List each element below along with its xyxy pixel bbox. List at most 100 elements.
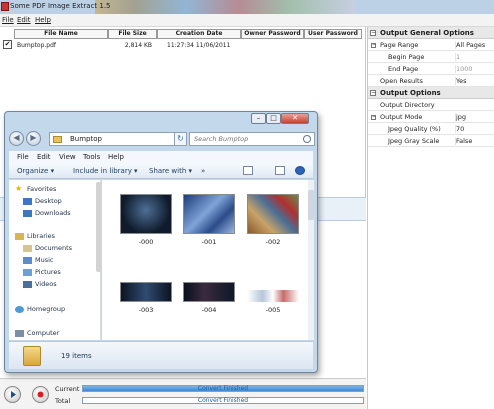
expand-icon[interactable]: −	[371, 115, 376, 120]
col-owner-password[interactable]: Owner Password	[241, 29, 304, 39]
nav-favorites[interactable]: ★ Favorites	[9, 184, 95, 195]
scrollbar-thumb[interactable]	[308, 190, 314, 220]
col-user-password[interactable]: User Password	[304, 29, 362, 39]
collapse-icon[interactable]: −	[370, 90, 376, 96]
thumbnail-004[interactable]	[183, 282, 235, 302]
section-title: Output Options	[380, 89, 441, 97]
nav-documents[interactable]: Documents	[9, 243, 95, 254]
explorer-menu-tools[interactable]: Tools	[83, 153, 100, 161]
collapse-icon[interactable]: −	[370, 30, 376, 36]
documents-icon	[23, 245, 32, 252]
thumbnail-001[interactable]	[183, 194, 235, 234]
file-label-003[interactable]: -003	[120, 306, 172, 314]
play-icon	[11, 391, 16, 398]
thumbnail-002[interactable]	[247, 194, 299, 234]
thumbnail-003[interactable]	[120, 282, 172, 302]
prop-begin-page[interactable]: Begin Page 1	[368, 51, 494, 63]
search-icon[interactable]	[303, 135, 311, 143]
prop-jpeg-quality[interactable]: Jpeg Quality (%) 70	[368, 123, 494, 135]
nav-downloads[interactable]: Downloads	[9, 208, 95, 219]
thumbnail-005[interactable]	[247, 290, 299, 302]
view-options-icon[interactable]	[243, 166, 253, 175]
prop-output-mode[interactable]: − Output Mode jpg	[368, 111, 494, 123]
file-label-000[interactable]: -000	[120, 238, 172, 246]
prop-value[interactable]: jpg	[455, 113, 466, 121]
nav-scrollbar[interactable]	[96, 182, 101, 272]
nav-music[interactable]: Music	[9, 255, 95, 266]
prop-key: Jpeg Gray Scale	[388, 137, 440, 145]
nav-homegroup[interactable]: Homegroup	[9, 304, 95, 315]
col-file-name[interactable]: File Name	[14, 29, 108, 39]
row-file-size: 2,814 KB	[124, 42, 152, 49]
nav-videos[interactable]: Videos	[9, 279, 95, 290]
pictures-icon	[23, 269, 32, 276]
menu-help[interactable]: Help	[35, 16, 51, 24]
explorer-menu-help[interactable]: Help	[108, 153, 124, 161]
computer-icon	[15, 330, 24, 337]
organize-button[interactable]: Organize ▾	[17, 167, 54, 175]
folder-icon	[53, 136, 62, 143]
star-icon: ★	[15, 184, 23, 193]
item-count: 19 items	[61, 352, 92, 360]
prop-page-range[interactable]: − Page Range All Pages	[368, 39, 494, 51]
nav-label: Videos	[35, 280, 57, 288]
nav-pictures[interactable]: Pictures	[9, 267, 95, 278]
desktop-icon	[23, 198, 32, 205]
details-pane: 19 items	[9, 341, 313, 369]
minimize-button[interactable]: –	[251, 113, 266, 124]
address-bar[interactable]: Bumptop	[49, 132, 187, 146]
back-button[interactable]: ◀	[9, 131, 24, 146]
maximize-button[interactable]: □	[266, 113, 281, 124]
forward-button[interactable]: ▶	[26, 131, 41, 146]
include-in-library-button[interactable]: Include in library ▾	[73, 167, 138, 175]
prop-value[interactable]: 1	[455, 53, 460, 61]
prop-value[interactable]: 1000	[455, 65, 473, 73]
section-general-options[interactable]: − Output General Options	[368, 27, 494, 39]
play-button[interactable]	[4, 386, 21, 403]
explorer-menu-file[interactable]: File	[17, 153, 29, 161]
help-icon[interactable]	[295, 166, 305, 175]
record-icon	[37, 391, 44, 398]
videos-icon	[23, 281, 32, 288]
search-box[interactable]	[189, 132, 315, 146]
section-output-options[interactable]: − Output Options	[368, 87, 494, 99]
prop-output-directory[interactable]: Output Directory	[368, 99, 494, 111]
col-creation-date[interactable]: Creation Date	[157, 29, 241, 39]
prop-value[interactable]: 70	[455, 125, 464, 133]
properties-grid: − Output General Options − Page Range Al…	[367, 27, 494, 409]
prop-jpeg-gray-scale[interactable]: Jpeg Gray Scale False	[368, 135, 494, 147]
file-label-002[interactable]: -002	[247, 238, 299, 246]
file-label-001[interactable]: -001	[183, 238, 235, 246]
prop-end-page[interactable]: End Page 1000	[368, 63, 494, 75]
libraries-icon	[15, 233, 24, 240]
row-creation-date: 11:27:34 11/06/2011	[167, 42, 231, 49]
more-commands-button[interactable]: »	[201, 167, 205, 175]
nav-libraries[interactable]: Libraries	[9, 231, 95, 242]
menu-edit[interactable]: Edit	[17, 16, 31, 24]
prop-value[interactable]: All Pages	[455, 41, 485, 49]
total-progress-text: Convert Finished	[197, 397, 249, 404]
expand-icon[interactable]: −	[371, 43, 376, 48]
nav-computer[interactable]: Computer	[9, 328, 95, 339]
row-checkbox[interactable]: ✔	[3, 40, 12, 49]
share-with-button[interactable]: Share with ▾	[149, 167, 192, 175]
file-view-scrollbar[interactable]	[308, 180, 314, 340]
refresh-button[interactable]: ↻	[174, 132, 187, 146]
close-button[interactable]: ✕	[281, 113, 309, 124]
prop-open-results[interactable]: Open Results Yes	[368, 75, 494, 87]
file-label-004[interactable]: -004	[183, 306, 235, 314]
prop-value[interactable]: Yes	[455, 77, 467, 85]
preview-pane-icon[interactable]	[275, 166, 285, 175]
col-file-size[interactable]: File Size	[108, 29, 157, 39]
menu-file[interactable]: File	[2, 16, 14, 24]
nav-desktop[interactable]: Desktop	[9, 196, 95, 207]
search-input[interactable]	[190, 133, 300, 145]
file-label-005[interactable]: -005	[247, 306, 299, 314]
stop-button[interactable]	[32, 386, 49, 403]
thumbnail-000[interactable]	[120, 194, 172, 234]
row-file-name[interactable]: Bumptop.pdf	[17, 42, 56, 50]
explorer-menu-view[interactable]: View	[59, 153, 76, 161]
prop-value[interactable]: False	[455, 137, 472, 145]
explorer-menu-edit[interactable]: Edit	[37, 153, 51, 161]
nav-label: Pictures	[35, 268, 61, 276]
